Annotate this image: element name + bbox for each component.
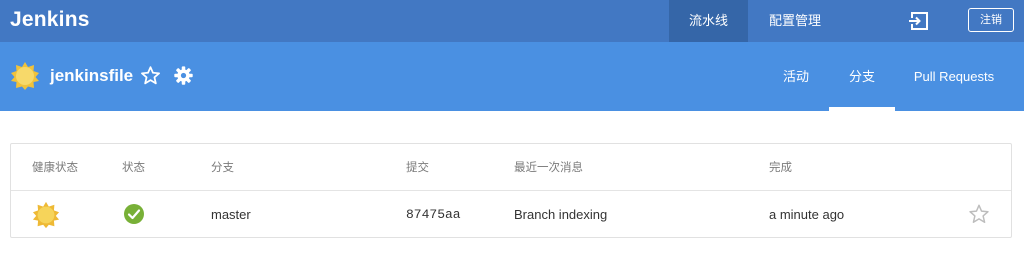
- table-row[interactable]: master 87475aa Branch indexing a minute …: [11, 191, 1011, 238]
- pipeline-name[interactable]: jenkinsfile: [50, 66, 133, 86]
- pipeline-header: jenkinsfile 活动 分支 Pull Requests: [0, 42, 1024, 111]
- success-check-icon: [124, 204, 144, 224]
- nav-pipelines[interactable]: 流水线: [669, 0, 748, 42]
- tab-branches[interactable]: 分支: [829, 42, 895, 111]
- column-header-branch: 分支: [211, 162, 234, 174]
- column-header-commit: 提交: [406, 162, 429, 174]
- tab-pull-requests[interactable]: Pull Requests: [905, 42, 1003, 111]
- favorite-star-icon[interactable]: [968, 203, 990, 225]
- column-header-message: 最近一次消息: [514, 162, 583, 174]
- sunny-weather-icon: [11, 62, 39, 90]
- nav-administration[interactable]: 配置管理: [752, 0, 838, 42]
- commit-id[interactable]: 87475aa: [406, 207, 461, 222]
- top-navigation-bar: Jenkins 流水线 配置管理 注销: [0, 0, 1024, 42]
- last-message: Branch indexing: [514, 207, 608, 222]
- column-header-completed: 完成: [769, 162, 792, 174]
- table-header: 健康状态 状态 分支 提交 最近一次消息 完成: [11, 144, 1011, 191]
- column-header-status: 状态: [122, 162, 145, 174]
- branches-table: 健康状态 状态 分支 提交 最近一次消息 完成 master 87475aa B…: [10, 143, 1012, 238]
- gear-icon[interactable]: [173, 65, 194, 86]
- jenkins-logo[interactable]: Jenkins: [10, 8, 90, 32]
- column-header-health: 健康状态: [32, 162, 78, 174]
- completed-time: a minute ago: [769, 207, 845, 222]
- sunny-weather-icon: [32, 201, 60, 229]
- exit-icon[interactable]: [908, 10, 930, 32]
- favorite-star-icon[interactable]: [140, 65, 161, 86]
- logout-button[interactable]: 注销: [968, 8, 1014, 32]
- branch-name[interactable]: master: [211, 207, 251, 222]
- tab-activity[interactable]: 活动: [770, 42, 822, 111]
